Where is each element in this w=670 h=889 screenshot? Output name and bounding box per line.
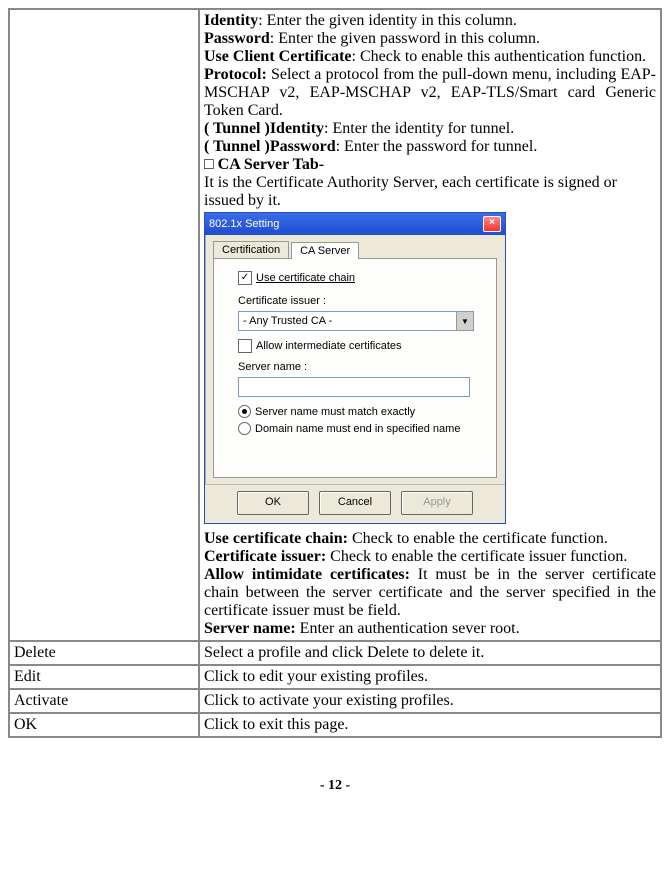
dialog-8021x-setting: 802.1x Setting × Certification CA Server… <box>204 212 506 524</box>
ok-button[interactable]: OK <box>237 491 309 515</box>
def-identity: Identity: Enter the given identity in th… <box>204 12 656 30</box>
dialog-tabs: Certification CA Server <box>213 241 497 258</box>
row-delete-left: Delete <box>9 641 199 665</box>
row-delete-right: Select a profile and click Delete to del… <box>199 641 661 665</box>
combo-cert-issuer[interactable]: - Any Trusted CA - ▼ <box>238 311 474 331</box>
row-ok-left: OK <box>9 713 199 737</box>
def2-cert-issuer: Certificate issuer: Check to enable the … <box>204 548 656 566</box>
row-use-cert-chain: Use certificate chain <box>238 271 486 285</box>
label-cert-issuer: Certificate issuer : <box>238 295 486 307</box>
page-number: - 12 - <box>8 778 662 794</box>
radio-domain-end[interactable] <box>238 422 251 435</box>
row-allow-intermediate: Allow intermediate certificates <box>238 339 486 353</box>
chevron-down-icon: ▼ <box>456 312 473 330</box>
label-radio-domain: Domain name must end in specified name <box>255 423 460 435</box>
def-tunnel-password: ( Tunnel )Password: Enter the password f… <box>204 138 656 156</box>
row-radio-match: Server name must match exactly <box>238 405 486 418</box>
dialog-panel: Use certificate chain Certificate issuer… <box>213 258 497 478</box>
def2-allow-intimidate: Allow intimidate certificates: It must b… <box>204 566 656 620</box>
definition-table: Identity: Enter the given identity in th… <box>8 8 662 738</box>
checkbox-allow-intermediate[interactable] <box>238 339 252 353</box>
radio-match-exactly[interactable] <box>238 405 251 418</box>
label-use-cert-chain: Use certificate chain <box>256 272 355 284</box>
def-password: Password: Enter the given password in th… <box>204 30 656 48</box>
bullet-desc: It is the Certificate Authority Server, … <box>204 174 656 210</box>
row-activate-left: Activate <box>9 689 199 713</box>
row-edit-right: Click to edit your existing profiles. <box>199 665 661 689</box>
def2-server-name: Server name: Enter an authentication sev… <box>204 620 656 638</box>
label-server-name: Server name : <box>238 361 486 373</box>
row0-right: Identity: Enter the given identity in th… <box>199 9 661 641</box>
tab-ca-server[interactable]: CA Server <box>291 242 359 259</box>
checkbox-use-cert-chain[interactable] <box>238 271 252 285</box>
dialog-titlebar: 802.1x Setting × <box>205 213 505 235</box>
dialog-button-row: OK Cancel Apply <box>205 484 505 523</box>
def2-use-cert-chain: Use certificate chain: Check to enable t… <box>204 530 656 548</box>
row-cert-issuer-combo: - Any Trusted CA - ▼ <box>238 311 486 331</box>
label-radio-match: Server name must match exactly <box>255 406 415 418</box>
def-protocol: Protocol: Select a protocol from the pul… <box>204 66 656 120</box>
dialog-title: 802.1x Setting <box>209 218 279 230</box>
cancel-button[interactable]: Cancel <box>319 491 391 515</box>
close-icon[interactable]: × <box>483 216 501 232</box>
bullet-ca-server: □ CA Server Tab- <box>204 156 656 174</box>
tab-certification[interactable]: Certification <box>213 241 289 258</box>
row-radio-domain: Domain name must end in specified name <box>238 422 486 435</box>
row-server-name-field <box>238 377 486 397</box>
apply-button[interactable]: Apply <box>401 491 473 515</box>
input-server-name[interactable] <box>238 377 470 397</box>
combo-cert-issuer-value: - Any Trusted CA - <box>243 315 332 327</box>
label-allow-intermediate: Allow intermediate certificates <box>256 340 402 352</box>
def-use-client-cert: Use Client Certificate: Check to enable … <box>204 48 656 66</box>
def-tunnel-identity: ( Tunnel )Identity: Enter the identity f… <box>204 120 656 138</box>
row0-left <box>9 9 199 641</box>
row-ok-right: Click to exit this page. <box>199 713 661 737</box>
row-activate-right: Click to activate your existing profiles… <box>199 689 661 713</box>
row-edit-left: Edit <box>9 665 199 689</box>
